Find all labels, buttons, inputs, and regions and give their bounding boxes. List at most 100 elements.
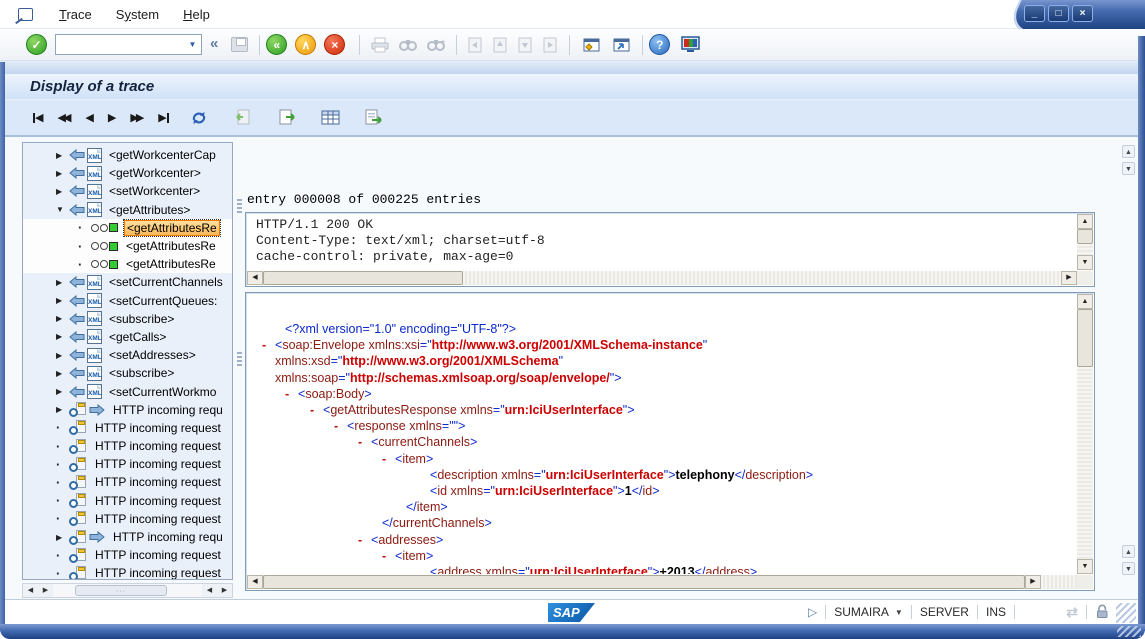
expander-icon[interactable]: ▼ <box>56 205 69 214</box>
collapse-marker-icon[interactable]: - <box>358 532 371 548</box>
xml-horizontal-scrollbar[interactable]: ◀ ▶ <box>247 575 1077 589</box>
tree-item[interactable]: ▶XML<getWorkcenter> <box>23 164 232 182</box>
print-button[interactable] <box>371 37 389 53</box>
menu-item-help[interactable]: Help <box>171 3 222 26</box>
expander-icon[interactable]: ▶ <box>56 296 69 305</box>
tree-item-label[interactable]: HTTP incoming requ <box>111 530 225 544</box>
collapse-marker-icon[interactable]: - <box>262 337 275 353</box>
collapse-toolbar-icon[interactable]: « <box>210 35 218 52</box>
tree-item[interactable]: ·HTTP incoming request <box>23 473 232 491</box>
back-button[interactable]: « <box>266 34 287 55</box>
collapse-marker-icon[interactable]: - <box>334 418 347 434</box>
customize-layout-button[interactable] <box>681 36 701 53</box>
previous-page-button[interactable] <box>493 37 508 53</box>
create-shortcut-button[interactable] <box>611 37 631 53</box>
expander-icon[interactable]: ▶ <box>56 169 69 178</box>
collapse-marker-icon[interactable]: - <box>382 451 395 467</box>
expander-icon[interactable]: ▶ <box>56 314 69 323</box>
scroll-left-button[interactable]: ◀ <box>247 271 263 285</box>
tree-hscroll-right2-button[interactable]: ▶ <box>217 584 232 597</box>
tree-item-label[interactable]: HTTP incoming requ <box>111 403 225 417</box>
tree-item[interactable]: ▶XML<setAddresses> <box>23 346 232 364</box>
tree-item-label[interactable]: <setCurrentWorkmo <box>107 385 218 399</box>
tree-item-label[interactable]: <subscribe> <box>107 366 176 380</box>
last-record-button[interactable]: ▶ <box>158 111 168 124</box>
scroll-thumb[interactable] <box>263 575 1025 589</box>
scroll-right-button[interactable]: ▶ <box>1061 271 1077 285</box>
tree-scroll-down2-icon[interactable]: ▼ <box>1122 562 1135 575</box>
expander-icon[interactable]: ▶ <box>56 187 69 196</box>
tree-item[interactable]: ▶XML<setCurrentQueues: <box>23 292 232 310</box>
tree-item[interactable]: ▶XML<subscribe> <box>23 364 232 382</box>
tree-item[interactable]: ·HTTP incoming request <box>23 492 232 510</box>
collapse-marker-icon[interactable]: - <box>382 548 395 564</box>
tree-item-label-selected[interactable]: <getAttributesRe <box>124 220 220 236</box>
tree-item-label[interactable]: HTTP incoming request <box>93 439 223 453</box>
tree-item[interactable]: ▶XML<subscribe> <box>23 310 232 328</box>
tree-item[interactable]: ▶XML<setCurrentChannels <box>23 273 232 291</box>
tree-hscroll-thumb[interactable]: ··· <box>75 585 167 596</box>
tree-hscroll-left-button[interactable]: ◀ <box>23 584 38 597</box>
scroll-thumb[interactable] <box>263 271 463 285</box>
export-entry-button[interactable] <box>277 109 297 126</box>
tree-item-label[interactable]: <getAttributes> <box>107 203 192 217</box>
menu-item-system[interactable]: System <box>104 3 171 26</box>
collapse-marker-icon[interactable]: - <box>310 402 323 418</box>
tree-item-label[interactable]: HTTP incoming request <box>93 566 223 580</box>
tree-item-label[interactable]: <setAddresses> <box>107 348 198 362</box>
tree-item-label[interactable]: <setCurrentChannels <box>107 275 225 289</box>
tree-item[interactable]: ·HTTP incoming request <box>23 419 232 437</box>
collapse-marker-icon[interactable]: - <box>358 434 371 450</box>
resize-grip[interactable] <box>1116 603 1136 623</box>
save-button[interactable] <box>231 37 248 52</box>
tree-item[interactable]: ·<getAttributesRe <box>23 237 232 255</box>
previous-record-button[interactable]: ◀ <box>85 111 93 124</box>
find-button[interactable] <box>399 38 417 52</box>
tree-item[interactable]: ·HTTP incoming request <box>23 546 232 564</box>
tree-item-label[interactable]: HTTP incoming request <box>93 494 223 508</box>
tree-item-label[interactable]: <subscribe> <box>107 312 176 326</box>
scroll-left-button[interactable]: ◀ <box>247 575 263 589</box>
tree-item[interactable]: ▶XML<getWorkcenterCap <box>23 146 232 164</box>
minimize-button[interactable]: _ <box>1024 5 1045 22</box>
tree-item[interactable]: ▼XML<getAttributes> <box>23 201 232 219</box>
tree-item[interactable]: ▶ HTTP incoming requ <box>23 528 232 546</box>
xml-vertical-scrollbar[interactable]: ▲ ▼ <box>1077 294 1093 574</box>
status-user-dropdown-icon[interactable]: ▼ <box>895 608 903 617</box>
save-to-file-button[interactable] <box>364 109 384 126</box>
refresh-button[interactable] <box>189 109 209 127</box>
expander-icon[interactable]: ▶ <box>56 533 69 542</box>
scroll-thumb[interactable] <box>1077 229 1093 244</box>
scroll-up-button[interactable]: ▲ <box>1077 294 1093 309</box>
scroll-thumb[interactable] <box>1077 309 1093 367</box>
expander-icon[interactable]: ▶ <box>56 278 69 287</box>
import-entry-button[interactable] <box>233 109 253 126</box>
tree-item-label[interactable]: <setCurrentQueues: <box>107 294 219 308</box>
help-button[interactable]: ? <box>649 34 670 55</box>
exit-button[interactable]: ∧ <box>295 34 316 55</box>
scroll-down-button[interactable]: ▼ <box>1077 559 1093 574</box>
menu-item-trace[interactable]: Trace <box>47 3 104 26</box>
expander-icon[interactable]: ▶ <box>56 332 69 341</box>
tree-item-label[interactable]: <getCalls> <box>107 330 168 344</box>
previous-block-button[interactable]: ◀◀ <box>57 111 68 124</box>
close-button[interactable]: × <box>1072 5 1093 22</box>
http-horizontal-scrollbar[interactable]: ◀ ▶ <box>247 271 1077 285</box>
tree-horizontal-scrollbar[interactable]: ◀ ▶ ··· ◀ ▶ <box>22 583 233 598</box>
tree-item[interactable]: ·HTTP incoming request <box>23 564 232 580</box>
tree-item[interactable]: ·HTTP incoming request <box>23 437 232 455</box>
expander-icon[interactable]: ▶ <box>56 405 69 414</box>
tree-item-label[interactable]: HTTP incoming request <box>93 457 223 471</box>
scroll-up-button[interactable]: ▲ <box>1077 214 1093 229</box>
collapse-marker-icon[interactable]: - <box>285 386 298 402</box>
next-page-button[interactable] <box>518 37 533 53</box>
new-session-button[interactable] <box>581 37 601 53</box>
next-record-button[interactable]: ▶ <box>108 111 116 124</box>
status-user-name[interactable]: SUMAIRA <box>834 605 889 619</box>
expander-icon[interactable]: ▶ <box>56 369 69 378</box>
last-page-button[interactable] <box>543 37 558 53</box>
tree-item-label[interactable]: <getWorkcenterCap <box>107 148 218 162</box>
tree-item-label[interactable]: <getAttributesRe <box>124 257 218 271</box>
expander-icon[interactable]: ▶ <box>56 351 69 360</box>
tree-item[interactable]: ·HTTP incoming request <box>23 510 232 528</box>
